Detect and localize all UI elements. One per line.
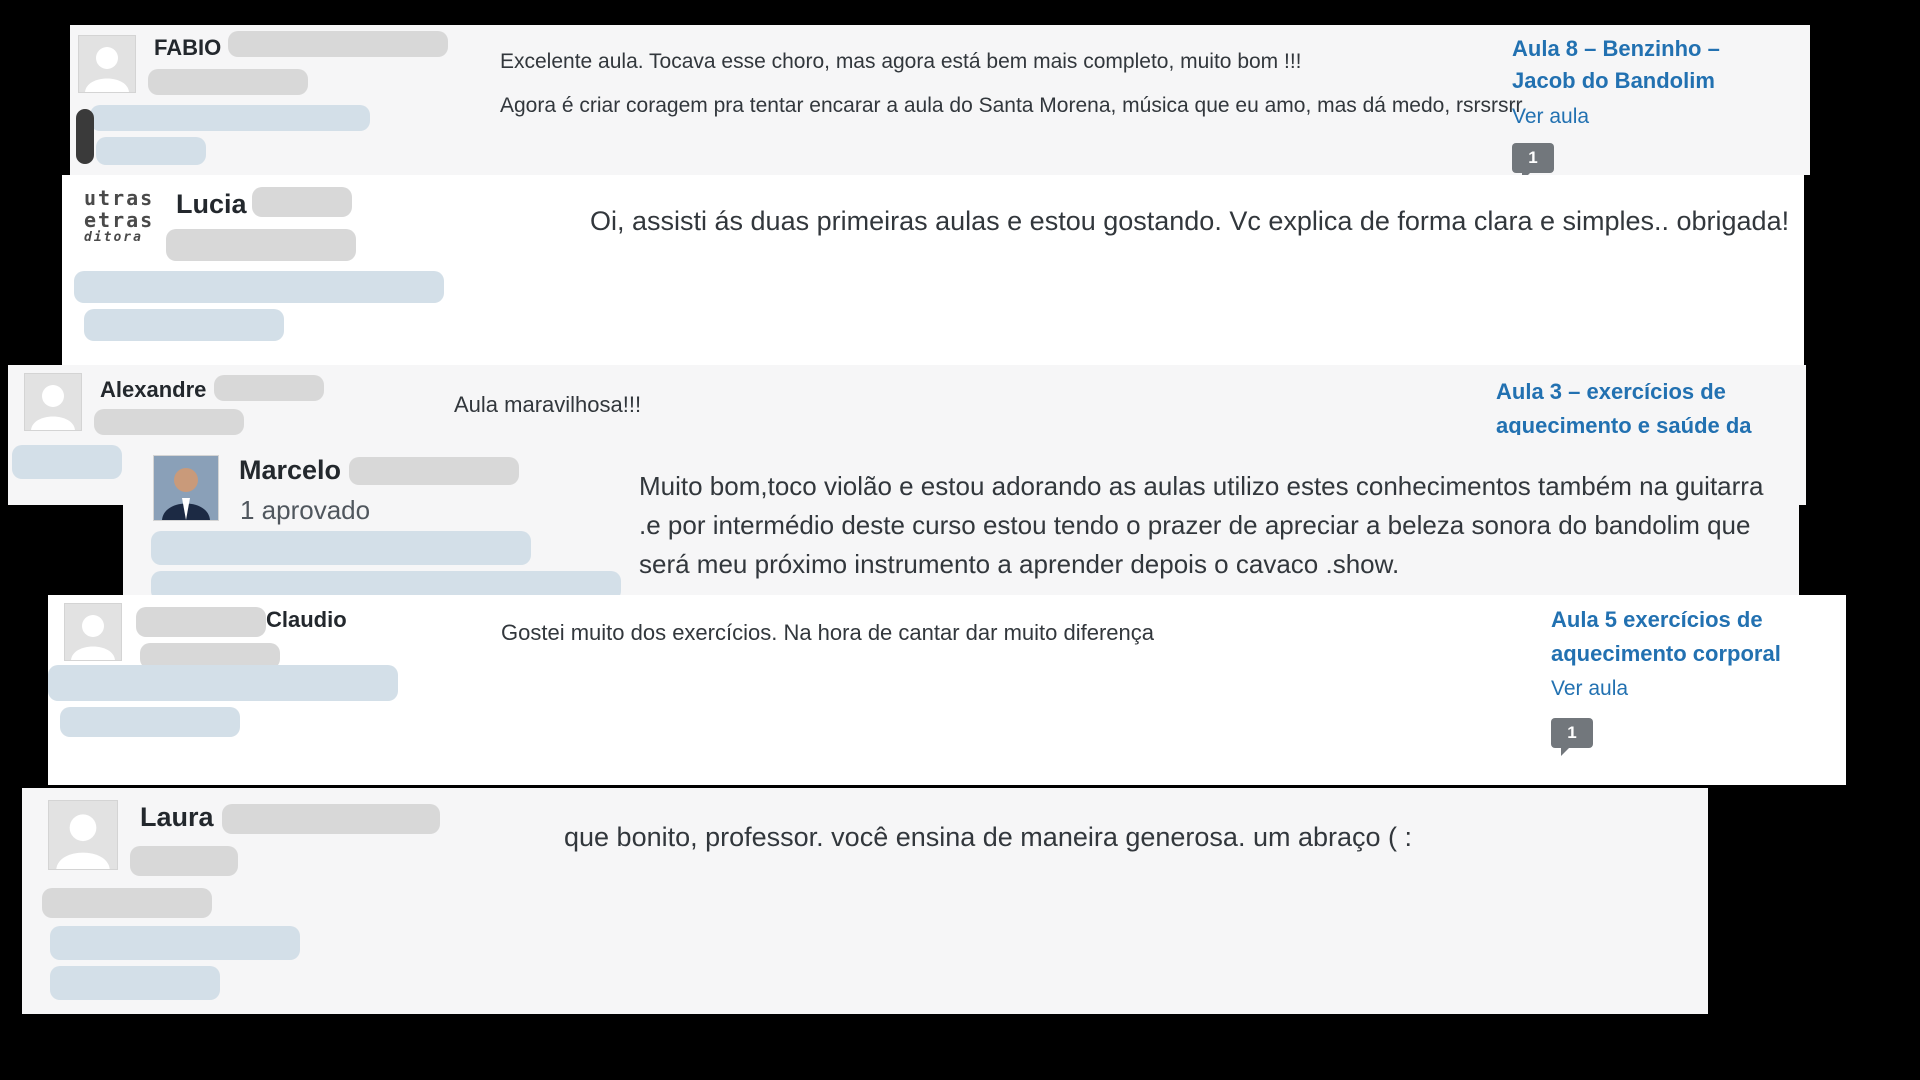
avatar <box>64 603 122 661</box>
approved-count: 1 aprovado <box>240 495 371 525</box>
logo-line: etras <box>84 208 155 232</box>
default-avatar-icon <box>56 814 110 869</box>
comment-text: Excelente aula. Tocava esse choro, mas a… <box>500 47 1540 122</box>
comment-card-claudio: Claudio Gostei muito dos exercícios. Na … <box>48 595 1846 785</box>
redacted-block <box>60 707 240 737</box>
default-avatar-icon <box>85 47 129 92</box>
redacted-block <box>130 846 238 876</box>
redacted-block <box>50 966 220 1000</box>
default-avatar-icon <box>31 385 75 430</box>
comment-text: Gostei muito dos exercícios. Na hora de … <box>501 620 1154 645</box>
comment-card-laura: Laura que bonito, professor. você ensina… <box>22 788 1708 1014</box>
post-title-link[interactable]: Aula 5 exercícios de aquecimento corpora… <box>1551 603 1831 671</box>
redacted-block <box>228 31 448 57</box>
logo-line: utras <box>84 186 155 210</box>
view-post-link[interactable]: Ver aula <box>1512 105 1589 129</box>
logo-line: ditora <box>84 230 143 245</box>
redacted-block <box>96 137 206 165</box>
default-avatar-icon <box>71 615 115 660</box>
avatar <box>153 455 219 521</box>
post-title-link[interactable]: Aula 3 – exercícios de aquecimento e saú… <box>1496 375 1796 443</box>
redacted-block <box>214 375 324 401</box>
redacted-block <box>222 804 440 834</box>
comment-author[interactable]: Lucia <box>176 189 247 220</box>
comment-card-lucia: utras etras ditora Lucia Oi, assisti ás … <box>62 175 1804 365</box>
redacted-block <box>12 445 122 479</box>
redacted-block <box>148 69 308 95</box>
post-title-link[interactable]: Aula 8 – Benzinho – Jacob do Bandolim <box>1512 33 1762 97</box>
comment-text: Aula maravilhosa!!! <box>454 392 642 417</box>
comment-card-fabio: FABIO Excelente aula. Tocava esse choro,… <box>70 25 1810 175</box>
avatar <box>24 373 82 431</box>
comment-text: Oi, assisti ás duas primeiras aulas e es… <box>590 206 1790 236</box>
comment-card-marcelo: Marcelo 1 aprovado Muito bom,toco violão… <box>123 435 1799 607</box>
comment-paragraph: Agora é criar coragem pra tentar encarar… <box>500 94 1523 118</box>
redacted-block <box>136 607 266 637</box>
comment-author[interactable]: Marcelo <box>239 455 341 486</box>
redacted-block <box>90 105 370 131</box>
comment-author[interactable]: Alexandre <box>100 377 206 403</box>
comment-paragraph: Excelente aula. Tocava esse choro, mas a… <box>500 50 1302 73</box>
view-post-link[interactable]: Ver aula <box>1551 677 1628 701</box>
user-photo-icon <box>154 456 218 520</box>
redacted-block <box>74 271 444 303</box>
avatar <box>48 800 118 870</box>
comment-author[interactable]: Laura <box>140 802 214 833</box>
redacted-block <box>166 229 356 261</box>
redacted-block <box>151 531 531 565</box>
redacted-block <box>48 665 398 701</box>
redacted-block <box>50 926 300 960</box>
comment-count-bubble[interactable]: 1 <box>1551 718 1593 756</box>
comment-count-bubble[interactable]: 1 <box>1512 143 1554 175</box>
comment-text: que bonito, professor. você ensina de ma… <box>564 822 1413 852</box>
avatar <box>78 35 136 93</box>
redacted-block <box>76 109 94 164</box>
redacted-block <box>94 409 244 435</box>
redacted-block <box>252 187 352 217</box>
redacted-block <box>349 457 519 485</box>
comment-author[interactable]: FABIO <box>154 35 221 61</box>
comment-author[interactable]: Claudio <box>266 607 347 633</box>
publisher-logo: utras etras ditora <box>84 187 154 245</box>
redacted-block <box>84 309 284 341</box>
comment-text: Muito bom,toco violão e estou adorando a… <box>639 471 1764 579</box>
redacted-block <box>42 888 212 918</box>
